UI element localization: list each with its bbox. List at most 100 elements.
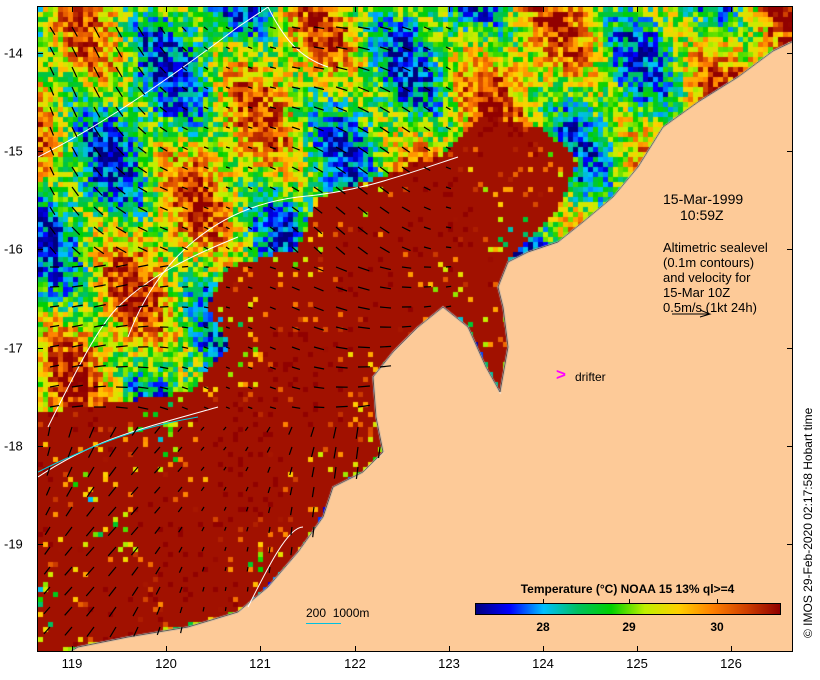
velocity-arrow <box>159 26 166 35</box>
velocity-arrow <box>246 526 249 532</box>
velocity-arrow <box>109 426 117 438</box>
velocity-arrow <box>423 66 431 71</box>
velocity-arrow <box>203 326 209 329</box>
velocity-arrow <box>85 546 95 557</box>
colorbar <box>475 603 781 615</box>
velocity-arrow <box>225 266 231 269</box>
velocity-arrow <box>181 86 188 91</box>
velocity-arrow <box>137 246 148 252</box>
velocity-arrow <box>423 305 432 308</box>
velocity-arrow <box>181 226 189 230</box>
velocity-arrow <box>247 386 253 390</box>
velocity-arrow <box>401 166 411 173</box>
velocity-arrow <box>266 446 271 453</box>
velocity-arrow <box>224 606 227 612</box>
velocity-arrow <box>178 566 183 573</box>
y-tickmark <box>37 446 43 447</box>
velocity-arrow <box>178 526 183 533</box>
velocity-arrow <box>86 626 95 637</box>
velocity-arrow <box>225 246 230 250</box>
velocity-arrow <box>225 306 231 309</box>
velocity-arrow <box>93 186 103 196</box>
velocity-arrow <box>225 46 230 50</box>
x-tick-label: 123 <box>438 656 460 671</box>
velocity-arrow <box>291 106 301 110</box>
velocity-arrow <box>401 126 411 133</box>
velocity-arrow <box>245 466 249 472</box>
velocity-arrow <box>291 126 300 131</box>
velocity-arrow <box>130 506 139 516</box>
velocity-arrow <box>177 506 183 513</box>
velocity-arrow <box>379 66 391 72</box>
y-tickmark <box>787 446 793 447</box>
velocity-arrow <box>115 304 128 308</box>
velocity-arrow <box>203 366 209 370</box>
velocity-arrow <box>335 166 347 174</box>
velocity-arrow <box>181 406 189 410</box>
velocity-arrow <box>181 46 188 52</box>
velocity-arrow <box>357 266 370 272</box>
velocity-arrow <box>335 66 348 71</box>
velocity-arrow <box>49 46 55 56</box>
x-tickmark <box>355 6 356 12</box>
velocity-arrow <box>269 26 277 30</box>
velocity-arrow <box>203 386 209 390</box>
velocity-arrow <box>313 386 325 389</box>
velocity-arrow <box>108 566 117 577</box>
velocity-arrow <box>159 386 169 390</box>
velocity-arrow <box>154 446 161 454</box>
y-tickmark <box>37 249 43 250</box>
velocity-arrow <box>244 426 249 432</box>
velocity-arrow <box>357 86 370 93</box>
velocity-arrow <box>47 446 51 457</box>
velocity-arrow <box>154 526 161 534</box>
velocity-arrow <box>313 26 325 30</box>
velocity-arrow <box>357 46 370 51</box>
overlay-layer <box>38 7 459 638</box>
velocity-arrow <box>159 106 167 113</box>
velocity-arrow <box>312 526 315 538</box>
velocity-arrow <box>445 226 452 229</box>
velocity-arrow <box>269 286 276 290</box>
velocity-arrow <box>335 86 348 92</box>
velocity-arrow <box>310 446 315 458</box>
velocity-arrow <box>159 126 168 133</box>
y-tickmark <box>787 348 793 349</box>
velocity-arrow <box>203 46 209 51</box>
x-tickmark <box>260 646 261 652</box>
velocity-arrow <box>181 206 189 210</box>
velocity-arrow <box>86 506 95 517</box>
velocity-arrow <box>203 66 209 70</box>
velocity-arrow <box>224 526 227 531</box>
velocity-arrow <box>203 86 209 90</box>
velocity-arrow <box>93 86 101 98</box>
velocity-arrow <box>203 146 209 150</box>
velocity-arrow <box>335 26 348 30</box>
sealevel-contour <box>127 156 459 338</box>
y-tickmark <box>787 53 793 54</box>
x-tickmark <box>260 6 261 12</box>
velocity-arrow <box>247 366 253 370</box>
velocity-arrow <box>401 106 411 113</box>
velocity-arrow <box>131 566 139 576</box>
velocity-arrow <box>379 246 390 254</box>
velocity-arrow <box>379 306 392 309</box>
velocity-arrow <box>313 226 323 235</box>
velocity-arrow <box>203 186 209 190</box>
velocity-arrow <box>93 284 106 288</box>
velocity-arrow <box>109 626 117 638</box>
velocity-arrow <box>88 426 95 439</box>
velocity-arrow <box>64 626 73 636</box>
velocity-arrow <box>159 285 169 288</box>
velocity-arrow <box>130 546 139 556</box>
velocity-arrow <box>313 326 324 331</box>
velocity-arrow <box>137 305 149 308</box>
velocity-arrow <box>269 406 277 410</box>
velocity-arrow <box>269 266 276 270</box>
velocity-arrow <box>200 486 205 492</box>
velocity-arrow <box>43 606 51 615</box>
velocity-arrow <box>71 66 78 78</box>
velocity-arrow <box>115 284 128 288</box>
velocity-arrow <box>115 264 128 268</box>
velocity-arrow <box>130 526 139 536</box>
